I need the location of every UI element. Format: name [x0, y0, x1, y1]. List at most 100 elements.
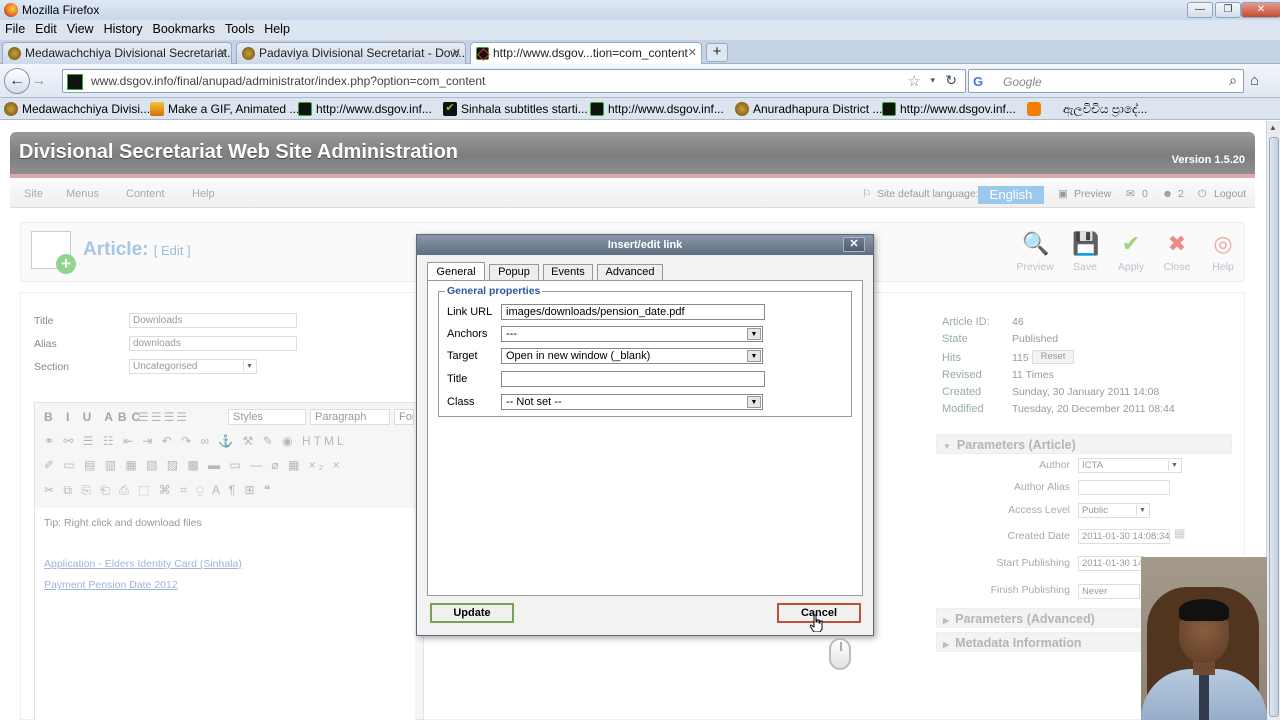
reset-hits-button[interactable]: Reset — [1032, 350, 1074, 364]
preview-icon[interactable]: ▣ — [1058, 188, 1068, 200]
menu-tools[interactable]: Tools — [220, 20, 259, 36]
apply-button[interactable]: ✔ Apply — [1107, 231, 1155, 273]
search-input[interactable]: Google — [1003, 75, 1042, 89]
admin-menu-site[interactable]: Site — [24, 188, 43, 200]
tab-general[interactable]: General — [427, 262, 485, 280]
home-icon[interactable]: ⌂ — [1250, 72, 1259, 89]
admin-menu-menus[interactable]: Menus — [66, 188, 99, 200]
google-icon[interactable]: G — [973, 74, 983, 89]
menu-edit[interactable]: Edit — [30, 20, 62, 36]
help-button[interactable]: ◎ Help — [1199, 231, 1247, 273]
target-select[interactable]: Open in new window (_blank) ▼ — [501, 348, 763, 364]
author-alias-input[interactable] — [1078, 480, 1170, 495]
site-identity-icon[interactable] — [67, 74, 83, 90]
access-level-select[interactable]: Public ▼ — [1078, 503, 1150, 518]
users-count[interactable]: 2 — [1178, 188, 1184, 200]
metadata-header[interactable]: ▶ Metadata Information — [936, 632, 1142, 652]
preview-link[interactable]: Preview — [1074, 188, 1111, 200]
logout-icon[interactable]: ⏻ — [1198, 188, 1206, 201]
tab-close-icon[interactable]: ✕ — [452, 46, 461, 59]
editor-toolbar-row-3[interactable]: ✐ ▭ ▤ ▥ ▦ ▧ ▨ ▩ ▬ ▭ — ⌀ ▦ ×₂ × — [44, 458, 343, 472]
menu-history[interactable]: History — [99, 20, 148, 36]
menu-help[interactable]: Help — [259, 20, 295, 36]
bookmark-item[interactable]: http://www.dsgov.inf... — [880, 102, 1016, 116]
class-select[interactable]: -- Not set -- ▼ — [501, 394, 763, 410]
paragraph-select[interactable]: Paragraph — [310, 409, 390, 425]
title-input[interactable]: Downloads — [129, 313, 297, 328]
close-button[interactable]: ✖ Close — [1153, 231, 1201, 273]
tab-medawachchiya[interactable]: Medawachchiya Divisional Secretariat... … — [2, 42, 232, 64]
anchors-select[interactable]: --- ▼ — [501, 326, 763, 342]
browser-window: Mozilla Firefox — ❐ ✕ File Edit View Histor… — [0, 0, 1280, 720]
blogger-icon — [1027, 102, 1041, 116]
admin-menu-help[interactable]: Help — [192, 188, 215, 200]
url-dropdown-icon[interactable]: ▾ — [930, 75, 935, 86]
created-date-label: Created Date — [1007, 530, 1070, 542]
editor-content[interactable] — [35, 508, 415, 720]
logout-link[interactable]: Logout — [1214, 188, 1246, 200]
menu-bookmarks[interactable]: Bookmarks — [147, 20, 220, 36]
link-elders-id-card[interactable]: Application - Elders Identity Card (Sinh… — [44, 558, 242, 570]
preview-button[interactable]: 🔍 Preview — [1011, 231, 1059, 273]
tab-padaviya[interactable]: Padaviya Divisional Secretariat - Dow...… — [236, 42, 466, 64]
update-button[interactable]: Update — [430, 603, 514, 623]
save-button[interactable]: 💾 Save — [1061, 231, 1109, 273]
tab-events[interactable]: Events — [543, 264, 593, 280]
button-label: Preview — [1016, 261, 1054, 273]
state-value: Published — [1012, 333, 1059, 345]
editor-align-buttons[interactable]: ☰☰☰☰ — [138, 410, 189, 424]
start-publishing-input[interactable]: 2011-01-30 14 — [1078, 556, 1144, 571]
tab-close-icon[interactable]: ✕ — [688, 46, 697, 59]
author-select[interactable]: ICTA ▼ — [1078, 458, 1182, 473]
users-icon[interactable]: ☻ — [1162, 188, 1173, 200]
font-select[interactable]: Fon — [394, 409, 414, 425]
finish-publishing-input[interactable]: Never — [1078, 584, 1140, 599]
search-bar[interactable]: G Google ⌕ — [968, 69, 1244, 93]
bookmark-item[interactable]: ඇලවිචිය ප්‍රාදේ... — [1025, 102, 1147, 117]
back-button[interactable]: ← — [4, 68, 30, 94]
alias-input[interactable]: downloads — [129, 336, 297, 351]
messages-count[interactable]: 0 — [1142, 188, 1148, 200]
calendar-icon[interactable]: ▦ — [1174, 526, 1185, 540]
reload-icon[interactable]: ↻ — [945, 72, 957, 89]
editor-toolbar-row-2[interactable]: ⚭ ⚯ ☰ ☷ ⇤ ⇥ ↶ ↷ ∞ ⚓ ⚒ ✎ ◉ HTML — [44, 434, 347, 448]
editor-format-buttons[interactable]: B I U ABC — [44, 410, 145, 424]
url-bar[interactable]: www.dsgov.info/final/anupad/administrato… — [62, 69, 966, 93]
scroll-thumb[interactable] — [1269, 137, 1279, 717]
dialog-close-button[interactable]: ✕ — [843, 237, 865, 252]
bookmark-item[interactable]: ✔ Sinhala subtitles starti... — [441, 102, 588, 116]
link-pension-date[interactable]: Payment Pension Date 2012 — [44, 579, 178, 591]
parameters-article-header[interactable]: ▼ Parameters (Article) — [936, 434, 1232, 454]
bookmark-item[interactable]: Medawachchiya Divisi... — [2, 102, 150, 116]
search-icon[interactable]: ⌕ — [1229, 72, 1237, 89]
tab-close-icon[interactable]: ✕ — [218, 46, 227, 59]
section-select[interactable]: Uncategorised ▼ — [129, 359, 257, 374]
link-url-input[interactable]: images/downloads/pension_date.pdf — [501, 304, 765, 320]
tab-dsgov-active[interactable]: http://www.dsgov...tion=com_content ✕ — [470, 42, 702, 65]
title-field-input[interactable] — [501, 371, 765, 387]
editor-toolbar-row-4[interactable]: ✂ ⧉ ⎘ ⎗ ⎙ ⬚ ⌘ ⌗ ⍜ A ¶ ⊞ ❝ — [44, 483, 273, 498]
forward-button[interactable]: → — [32, 72, 46, 88]
maximize-button[interactable]: ❐ — [1215, 2, 1241, 18]
menu-view[interactable]: View — [62, 20, 99, 36]
parameters-advanced-header[interactable]: ▶ Parameters (Advanced) — [936, 608, 1142, 628]
styles-select[interactable]: Styles — [228, 409, 306, 425]
minimize-button[interactable]: — — [1187, 2, 1213, 18]
new-tab-button[interactable]: + — [706, 43, 728, 62]
admin-menu-content[interactable]: Content — [126, 188, 165, 200]
article-id-value: 46 — [1012, 316, 1024, 328]
bookmark-item[interactable]: Anuradhapura District ... — [733, 102, 882, 116]
tab-popup[interactable]: Popup — [489, 264, 539, 280]
menu-file[interactable]: File — [0, 20, 30, 36]
bookmark-item[interactable]: http://www.dsgov.inf... — [588, 102, 724, 116]
created-date-input[interactable]: 2011-01-30 14:08:34 — [1078, 529, 1170, 544]
close-window-button[interactable]: ✕ — [1241, 2, 1280, 18]
bookmark-item[interactable]: http://www.dsgov.inf... — [296, 102, 432, 116]
panel-title: Parameters (Article) — [956, 438, 1076, 452]
vertical-scrollbar[interactable]: ▲ — [1266, 121, 1280, 720]
bookmark-star-icon[interactable]: ☆ — [908, 72, 921, 90]
bookmark-item[interactable]: Make a GIF, Animated ... — [148, 102, 299, 116]
scroll-up-icon[interactable]: ▲ — [1269, 123, 1277, 132]
tab-advanced[interactable]: Advanced — [597, 264, 663, 280]
messages-icon[interactable]: ✉ — [1126, 188, 1135, 200]
